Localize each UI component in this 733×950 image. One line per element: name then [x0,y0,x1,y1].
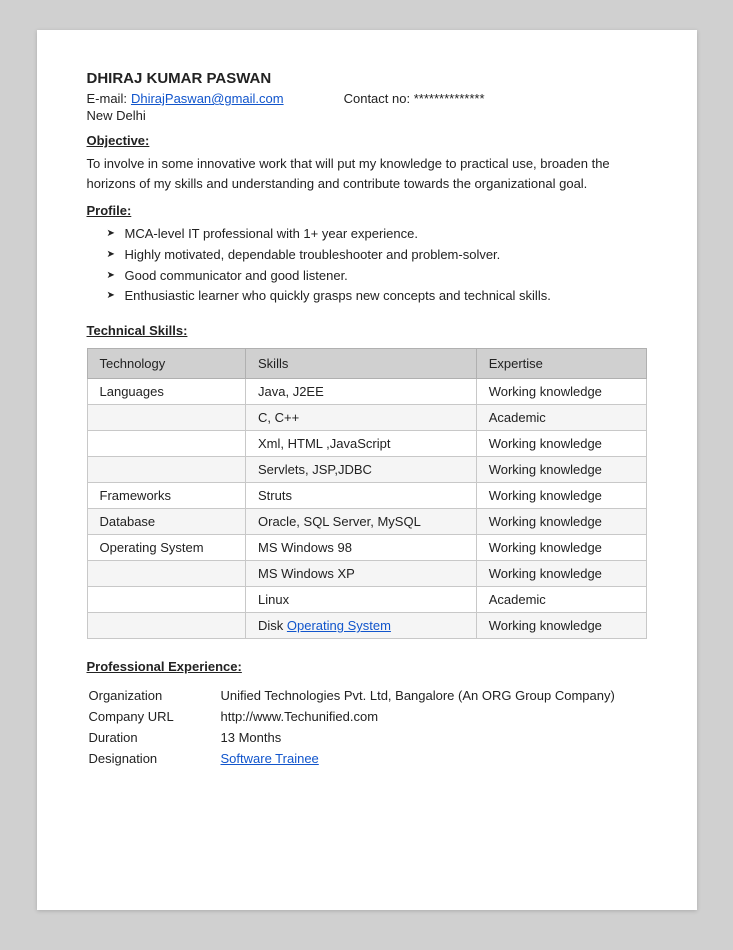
objective-text: To involve in some innovative work that … [87,154,647,193]
skills-row: LinuxAcademic [87,587,646,613]
objective-title: Objective: [87,133,647,148]
email-label: E-mail: [87,91,127,106]
skills-cell: Oracle, SQL Server, MySQL [246,509,477,535]
skills-row: MS Windows XPWorking knowledge [87,561,646,587]
skills-cell: Struts [246,483,477,509]
skills-cell [87,431,246,457]
skills-row: Servlets, JSP,JDBCWorking knowledge [87,457,646,483]
skills-cell: Academic [476,405,646,431]
skills-row: DatabaseOracle, SQL Server, MySQLWorking… [87,509,646,535]
skills-row: LanguagesJava, J2EEWorking knowledge [87,379,646,405]
skills-cell: Working knowledge [476,379,646,405]
url-value: http://www.Techunified.com [221,707,645,726]
location: New Delhi [87,108,647,123]
skills-table: TechnologySkillsExpertise LanguagesJava,… [87,348,647,639]
profile-list-item: Enthusiastic learner who quickly grasps … [107,286,647,307]
designation-value: Software Trainee [221,749,645,768]
skills-cell: Operating System [87,535,246,561]
skills-cell: C, C++ [246,405,477,431]
skills-cell: Academic [476,587,646,613]
skills-cell: Database [87,509,246,535]
skills-cell: Java, J2EE [246,379,477,405]
profile-title: Profile: [87,203,647,218]
skills-cell [87,405,246,431]
skills-cell [87,457,246,483]
skills-cell [87,587,246,613]
org-row: Organization Unified Technologies Pvt. L… [89,686,645,705]
skills-header: Expertise [476,349,646,379]
duration-label: Duration [89,728,219,747]
skills-cell: Servlets, JSP,JDBC [246,457,477,483]
url-label: Company URL [89,707,219,726]
skills-cell: Working knowledge [476,613,646,639]
email-link[interactable]: DhirajPaswan@gmail.com [131,91,284,106]
profile-list-item: Good communicator and good listener. [107,266,647,287]
duration-row: Duration 13 Months [89,728,645,747]
designation-label: Designation [89,749,219,768]
designation-row: Designation Software Trainee [89,749,645,768]
url-row: Company URL http://www.Techunified.com [89,707,645,726]
skills-header: Skills [246,349,477,379]
skills-cell: Linux [246,587,477,613]
skills-cell: Working knowledge [476,457,646,483]
candidate-name: DHIRAJ KUMAR PASWAN [87,70,647,87]
skills-cell: Working knowledge [476,561,646,587]
prof-exp-table: Organization Unified Technologies Pvt. L… [87,684,647,770]
skills-cell: Disk Operating System [246,613,477,639]
profile-list-item: Highly motivated, dependable troubleshoo… [107,245,647,266]
skills-cell: Xml, HTML ,JavaScript [246,431,477,457]
skills-cell: Working knowledge [476,535,646,561]
contact-row: E-mail: DhirajPaswan@gmail.com Contact n… [87,91,647,106]
skills-row: C, C++Academic [87,405,646,431]
skills-row: FrameworksStrutsWorking knowledge [87,483,646,509]
prof-exp-title: Professional Experience: [87,659,647,674]
disk-os-link[interactable]: Operating System [287,618,391,633]
skills-row: Operating SystemMS Windows 98Working kno… [87,535,646,561]
profile-list: MCA-level IT professional with 1+ year e… [107,224,647,307]
contact-label: Contact no: ************** [344,91,485,106]
contact-number: ************** [414,91,485,106]
skills-cell: Working knowledge [476,483,646,509]
skills-row: Disk Operating SystemWorking knowledge [87,613,646,639]
skills-row: Xml, HTML ,JavaScriptWorking knowledge [87,431,646,457]
org-label: Organization [89,686,219,705]
skills-cell: Working knowledge [476,431,646,457]
skills-cell: Frameworks [87,483,246,509]
skills-title: Technical Skills: [87,323,647,338]
skills-header: Technology [87,349,246,379]
skills-cell: Working knowledge [476,509,646,535]
profile-list-item: MCA-level IT professional with 1+ year e… [107,224,647,245]
skills-cell: MS Windows XP [246,561,477,587]
skills-cell [87,613,246,639]
skills-cell: Languages [87,379,246,405]
org-value: Unified Technologies Pvt. Ltd, Bangalore… [221,686,645,705]
skills-cell: MS Windows 98 [246,535,477,561]
skills-cell [87,561,246,587]
designation-link[interactable]: Software Trainee [221,751,319,766]
resume-page: DHIRAJ KUMAR PASWAN E-mail: DhirajPaswan… [37,30,697,910]
duration-value: 13 Months [221,728,645,747]
